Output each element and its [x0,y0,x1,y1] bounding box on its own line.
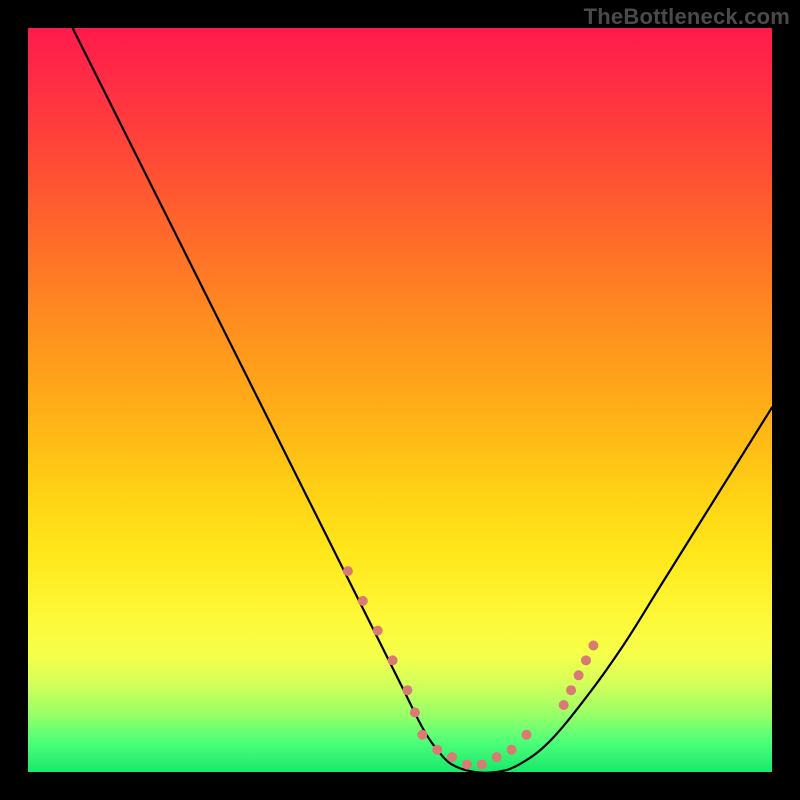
curve-markers [343,566,599,770]
curve-marker [402,685,412,695]
watermark-text: TheBottleneck.com [584,4,790,30]
curve-marker [559,700,569,710]
curve-marker [410,708,420,718]
curve-marker [417,730,427,740]
curve-marker [447,752,457,762]
plot-area [28,28,772,772]
curve-layer [28,28,772,772]
curve-marker [462,760,472,770]
curve-marker [358,596,368,606]
curve-marker [373,626,383,636]
curve-marker [566,685,576,695]
curve-marker [477,760,487,770]
curve-marker [522,730,532,740]
curve-marker [492,752,502,762]
curve-marker [507,745,517,755]
curve-marker [388,655,398,665]
bottleneck-curve [73,28,772,773]
curve-marker [432,745,442,755]
chart-frame: TheBottleneck.com [0,0,800,800]
curve-marker [574,670,584,680]
curve-marker [581,655,591,665]
curve-marker [588,641,598,651]
curve-marker [343,566,353,576]
